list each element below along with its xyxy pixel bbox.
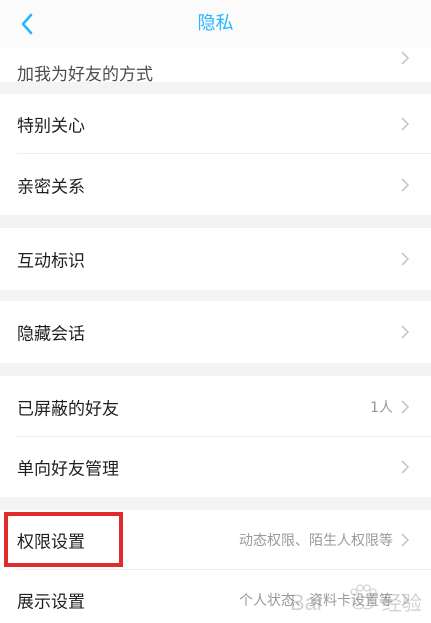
svg-text:经验: 经验 bbox=[382, 591, 422, 615]
top-nav-bar: 隐私 bbox=[0, 0, 431, 48]
chevron-right-icon bbox=[401, 533, 409, 547]
chevron-right-icon bbox=[401, 460, 409, 474]
page-title: 隐私 bbox=[197, 13, 234, 34]
row-display-settings-label: 展示设置 bbox=[17, 592, 85, 613]
permission-settings-summary: 动态权限、陌生人权限等 bbox=[239, 533, 393, 549]
row-special-care-label: 特别关心 bbox=[17, 116, 85, 137]
chevron-right-icon bbox=[401, 325, 409, 339]
row-blocked-friends-label: 已屏蔽的好友 bbox=[17, 399, 119, 419]
row-one-way-friends[interactable]: 单向好友管理 bbox=[0, 437, 431, 497]
row-hidden-chats[interactable]: 隐藏会话 bbox=[0, 301, 431, 363]
chevron-right-icon bbox=[401, 51, 409, 65]
row-add-me-way-label: 加我为好友的方式 bbox=[17, 65, 153, 85]
row-one-way-friends-label: 单向好友管理 bbox=[17, 459, 119, 480]
svg-text:Bai: Bai bbox=[290, 590, 322, 615]
privacy-screen: 加我为好友的方式 隐私 特别关心 亲密关系 互动标识 隐藏会话 已屏蔽的好友 1… bbox=[0, 0, 431, 623]
highlight-box bbox=[4, 512, 123, 567]
row-special-care[interactable]: 特别关心 bbox=[0, 94, 431, 154]
row-interaction-marks[interactable]: 互动标识 bbox=[0, 228, 431, 290]
chevron-right-icon bbox=[401, 117, 409, 131]
row-interaction-marks-label: 互动标识 bbox=[17, 251, 85, 272]
row-close-relation[interactable]: 亲密关系 bbox=[0, 154, 431, 215]
chevron-right-icon bbox=[401, 177, 409, 192]
row-blocked-friends[interactable]: 已屏蔽的好友 1人 bbox=[0, 376, 431, 437]
blocked-count: 1人 bbox=[370, 399, 393, 416]
baidu-watermark-logo: Bai 经验 bbox=[290, 584, 422, 615]
chevron-right-icon bbox=[401, 252, 409, 266]
row-hidden-chats-label: 隐藏会话 bbox=[17, 324, 85, 345]
chevron-right-icon bbox=[401, 399, 409, 414]
row-close-relation-label: 亲密关系 bbox=[17, 177, 85, 197]
